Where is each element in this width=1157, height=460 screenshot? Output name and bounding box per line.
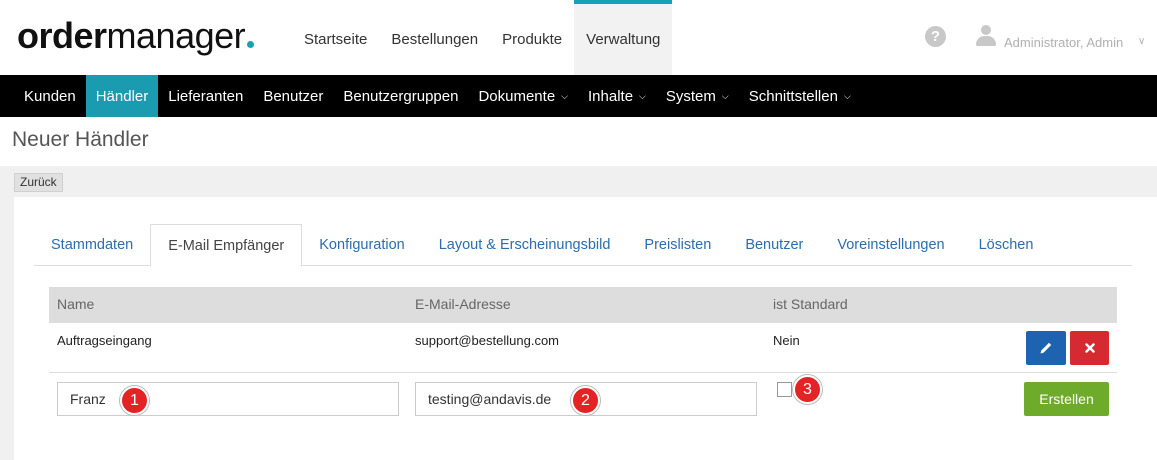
top-nav-startseite[interactable]: Startseite [292, 0, 379, 75]
top-nav: Startseite Bestellungen Produkte Verwalt… [292, 0, 673, 75]
sub-nav-dokumente[interactable]: Dokumente ⌵ [468, 75, 578, 117]
cell-standard: Nein [773, 333, 800, 348]
top-nav-bestellungen[interactable]: Bestellungen [379, 0, 490, 75]
cell-name: Auftragseingang [57, 333, 152, 348]
tab-voreinstellungen[interactable]: Voreinstellungen [820, 224, 961, 266]
name-input[interactable]: Franz [57, 382, 399, 416]
logo[interactable]: ordermanager [17, 16, 255, 56]
tab-loeschen[interactable]: Löschen [962, 224, 1051, 266]
help-icon[interactable]: ? [925, 26, 946, 47]
top-nav-produkte[interactable]: Produkte [490, 0, 574, 75]
sub-nav-inhalte[interactable]: Inhalte ⌵ [578, 75, 656, 117]
back-button[interactable]: Zurück [14, 173, 63, 192]
chevron-down-icon: ⌵ [639, 90, 646, 101]
create-button[interactable]: Erstellen [1024, 382, 1109, 416]
tab-benutzer[interactable]: Benutzer [728, 224, 820, 266]
column-header-email: E-Mail-Adresse [415, 296, 511, 312]
logo-dot [247, 41, 255, 48]
tab-stammdaten[interactable]: Stammdaten [34, 224, 150, 266]
sub-nav: Kunden Händler Lieferanten Benutzer Benu… [0, 75, 1157, 117]
tab-preislisten[interactable]: Preislisten [627, 224, 728, 266]
tab-bar: Stammdaten E-Mail Empfänger Konfiguratio… [34, 224, 1132, 267]
cell-email: support@bestellung.com [415, 333, 559, 348]
user-menu-name[interactable]: Administrator, Admin [1004, 35, 1123, 50]
sub-nav-benutzergruppen[interactable]: Benutzergruppen [333, 75, 468, 117]
delete-button[interactable] [1070, 331, 1109, 365]
user-icon[interactable] [976, 25, 996, 47]
top-nav-verwaltung[interactable]: Verwaltung [574, 0, 673, 75]
annotation-badge-2: 2 [571, 386, 600, 415]
annotation-badge-3: 3 [793, 375, 822, 404]
tab-layout[interactable]: Layout & Erscheinungsbild [422, 224, 628, 266]
sub-nav-kunden[interactable]: Kunden [14, 75, 86, 117]
column-header-standard: ist Standard [773, 296, 848, 312]
chevron-down-icon: ⌵ [721, 90, 729, 101]
standard-checkbox[interactable] [777, 382, 792, 397]
chevron-down-icon: ⌵ [561, 90, 568, 101]
edit-button[interactable] [1026, 331, 1066, 365]
sub-nav-system[interactable]: System ⌵ [656, 75, 739, 117]
annotation-badge-1: 1 [120, 386, 149, 415]
top-bar: ordermanager Startseite Bestellungen Pro… [0, 0, 1157, 75]
sub-nav-benutzer[interactable]: Benutzer [253, 75, 333, 117]
tab-konfiguration[interactable]: Konfiguration [302, 224, 421, 266]
sub-nav-haendler[interactable]: Händler [85, 75, 159, 117]
table-header: Name E-Mail-Adresse ist Standard [49, 287, 1117, 323]
sub-nav-schnittstellen[interactable]: Schnittstellen ⌵ [739, 75, 861, 117]
chevron-down-icon[interactable]: ∨ [1138, 36, 1145, 47]
table-row: Auftragseingang support@bestellung.com N… [49, 323, 1117, 373]
close-icon [1084, 343, 1095, 353]
column-header-name: Name [57, 296, 95, 312]
chevron-down-icon: ⌵ [843, 90, 851, 101]
sub-nav-lieferanten[interactable]: Lieferanten [158, 75, 253, 117]
page-title: Neuer Händler [12, 128, 149, 151]
pencil-icon [1040, 342, 1052, 354]
tab-email-empfaenger[interactable]: E-Mail Empfänger [150, 224, 303, 267]
